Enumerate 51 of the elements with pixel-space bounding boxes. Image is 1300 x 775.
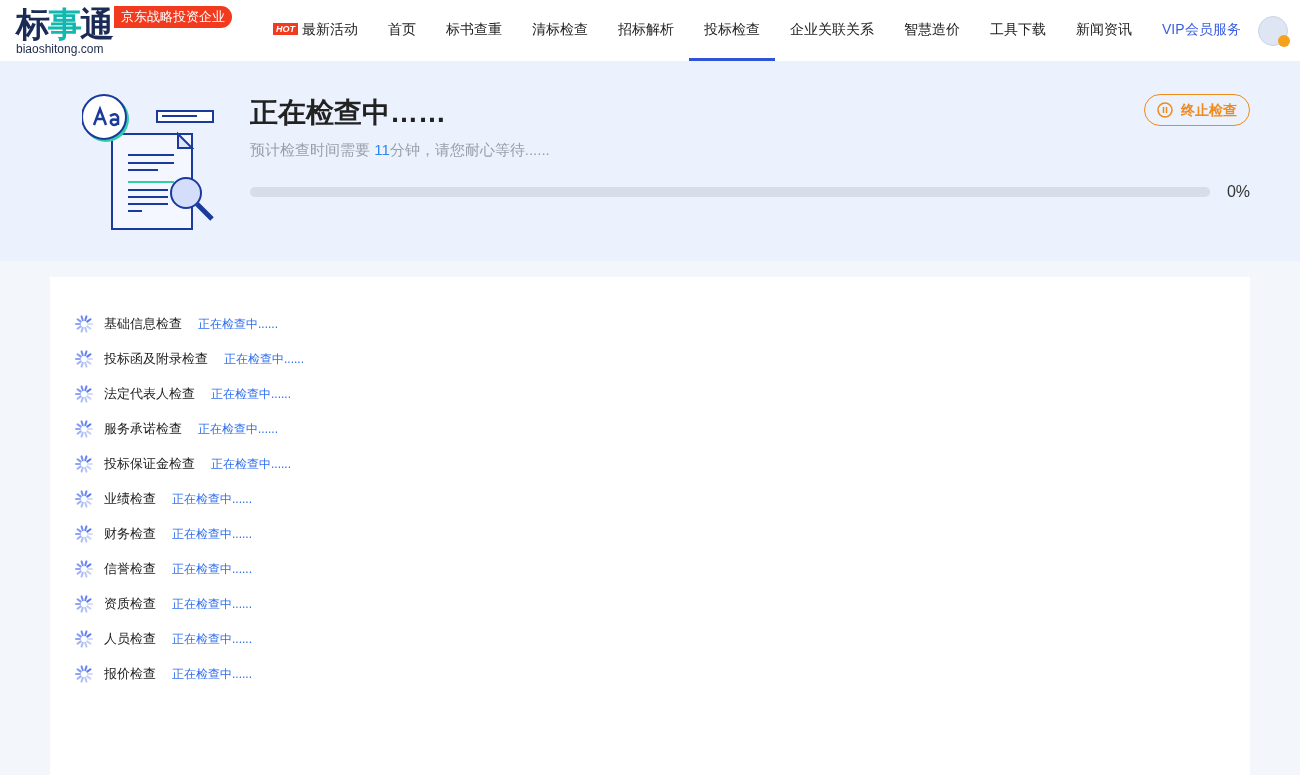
nav-tab[interactable]: 首页 <box>373 0 431 61</box>
loading-spinner-icon <box>75 349 93 368</box>
check-name: 法定代表人检查 <box>104 384 195 403</box>
check-status: 正在检查中...... <box>198 420 278 438</box>
check-status: 正在检查中...... <box>172 490 252 508</box>
logo-domain: biaoshitong.com <box>16 41 105 56</box>
nav-tab[interactable]: 标书查重 <box>431 0 517 61</box>
nav-tab[interactable]: 企业关联关系 <box>775 0 889 61</box>
nav-tab[interactable]: 智慧造价 <box>889 0 975 61</box>
loading-spinner-icon <box>75 559 93 578</box>
check-status: 正在检查中...... <box>172 525 252 543</box>
check-status: 正在检查中...... <box>172 630 252 648</box>
check-name: 投标保证金检查 <box>104 454 195 473</box>
nav-tab[interactable]: HOT 最新活动 <box>258 0 373 61</box>
avatar-icon[interactable] <box>1258 15 1288 46</box>
estimate-text: 预计检查时间需要 11分钟，请您耐心等待...... <box>250 140 551 160</box>
loading-spinner-icon <box>75 489 93 508</box>
check-status: 正在检查中...... <box>172 560 252 578</box>
check-status: 正在检查中...... <box>172 665 252 683</box>
check-status: 正在检查中...... <box>198 315 278 333</box>
loading-spinner-icon <box>75 314 93 333</box>
check-status: 正在检查中...... <box>211 455 291 473</box>
loading-spinner-icon <box>75 454 93 473</box>
check-name: 报价检查 <box>104 664 156 683</box>
check-name: 信誉检查 <box>104 559 156 578</box>
loading-spinner-icon <box>75 524 93 543</box>
check-status: 正在检查中...... <box>224 350 304 368</box>
loading-spinner-icon <box>75 629 93 648</box>
nav-tab[interactable]: 清标检查 <box>517 0 603 61</box>
nav-tab[interactable]: 工具下载 <box>975 0 1061 61</box>
loading-spinner-icon <box>75 384 93 403</box>
check-name: 基础信息检查 <box>104 314 182 333</box>
loading-spinner-icon <box>75 419 93 438</box>
progress-percent: 0% <box>1226 181 1250 202</box>
check-status: 正在检查中...... <box>172 595 252 613</box>
check-name: 财务检查 <box>104 524 156 543</box>
loading-spinner-icon <box>75 594 93 613</box>
check-name: 投标函及附录检查 <box>104 349 208 368</box>
check-status: 正在检查中...... <box>211 385 291 403</box>
status-title: 正在检查中…… <box>250 96 446 130</box>
hot-badge: HOT <box>273 23 298 35</box>
check-name: 服务承诺检查 <box>104 419 182 438</box>
nav-tab[interactable]: 招标解析 <box>603 0 689 61</box>
nav-tab[interactable]: VIP会员服务 <box>1147 0 1256 61</box>
check-name: 资质检查 <box>104 594 156 613</box>
nav-tab[interactable]: 新闻资讯 <box>1061 0 1147 61</box>
loading-spinner-icon <box>75 664 93 683</box>
check-name: 业绩检查 <box>104 489 156 508</box>
pause-icon <box>1157 102 1173 118</box>
tagline-badge: 京东战略投资企业 <box>114 6 232 28</box>
check-name: 人员检查 <box>104 629 156 648</box>
